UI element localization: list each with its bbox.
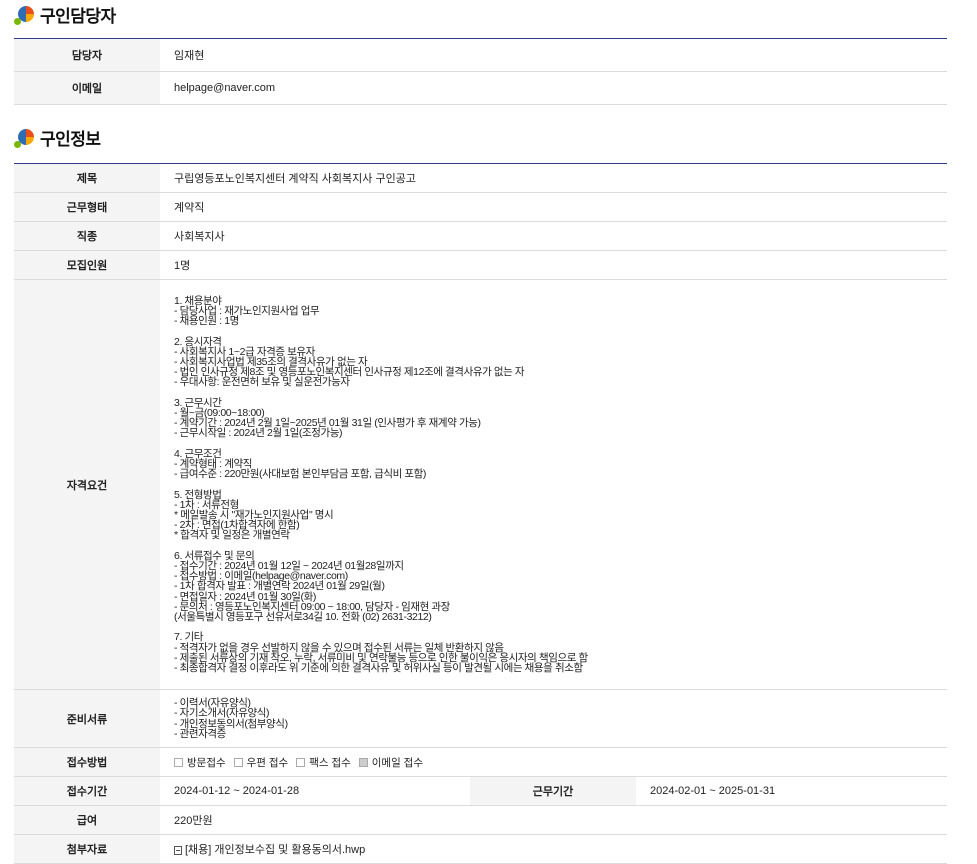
salary-label: 급여: [14, 805, 160, 835]
apply-period-label: 접수기간: [14, 776, 160, 806]
job-row-method: 접수방법 방문접수 우편 접수 팩스 접수 이메일 접수: [14, 747, 947, 777]
occupation-label: 직종: [14, 221, 160, 251]
section-bullet-icon: [14, 127, 36, 149]
email-checkbox[interactable]: [358, 757, 368, 767]
section-bullet-icon: [14, 4, 36, 26]
manager-label: 담당자: [14, 38, 160, 72]
work-period-label: 근무기간: [470, 776, 636, 806]
occupation-value: 사회복지사: [160, 221, 947, 251]
job-row-attachment: 첨부자료 [채용] 개인정보수집 및 활용동의서.hwp: [14, 834, 947, 864]
docs-text: - 이력서(자유양식) - 자기소개서(자유양식) - 개인정보동의서(첨부양식…: [174, 697, 288, 740]
docs-label: 준비서류: [14, 689, 160, 748]
job-row-qualifications: 자격요건 1. 채용분야 - 담당사업 : 재가노인지원사업 업무 - 채용인원…: [14, 279, 947, 690]
job-section-title: 구인정보: [40, 130, 101, 149]
contact-row-email: 이메일 helpage@naver.com: [14, 71, 947, 105]
job-row-salary: 급여 220만원: [14, 805, 947, 835]
email-option-label: 이메일 접수: [371, 756, 423, 769]
job-section-header: 구인정보: [14, 125, 101, 150]
job-row-docs: 준비서류 - 이력서(자유양식) - 자기소개서(자유양식) - 개인정보동의서…: [14, 689, 947, 748]
contact-section-header: 구인담당자: [14, 2, 116, 27]
job-row-periods: 접수기간 2024-01-12 ~ 2024-01-28 근무기간 2024-0…: [14, 776, 947, 806]
qualifications-label: 자격요건: [14, 279, 160, 690]
job-row-subject: 제목 구립영등포노인복지센터 계약직 사회복지사 구인공고: [14, 163, 947, 193]
fax-checkbox[interactable]: [296, 757, 306, 767]
contact-table: 담당자 임재현 이메일 helpage@naver.com: [14, 38, 947, 105]
mail-option-label: 우편 접수: [246, 756, 289, 769]
docs-cell: - 이력서(자유양식) - 자기소개서(자유양식) - 개인정보동의서(첨부양식…: [160, 689, 947, 748]
work-type-value: 계약직: [160, 192, 947, 222]
work-period-value: 2024-02-01 ~ 2025-01-31: [636, 776, 947, 806]
job-row-occupation: 직종 사회복지사: [14, 221, 947, 251]
mail-checkbox[interactable]: [233, 757, 243, 767]
method-cell: 방문접수 우편 접수 팩스 접수 이메일 접수: [160, 747, 947, 777]
job-row-type: 근무형태 계약직: [14, 192, 947, 222]
apply-period-value: 2024-01-12 ~ 2024-01-28: [160, 776, 470, 806]
email-value: helpage@naver.com: [160, 71, 947, 105]
qualifications-cell: 1. 채용분야 - 담당사업 : 재가노인지원사업 업무 - 채용인원 : 1명…: [160, 279, 947, 690]
visit-option-label: 방문접수: [187, 756, 226, 769]
subject-value: 구립영등포노인복지센터 계약직 사회복지사 구인공고: [160, 163, 947, 193]
attachment-cell: [채용] 개인정보수집 및 활용동의서.hwp: [160, 834, 947, 864]
qualifications-text: 1. 채용분야 - 담당사업 : 재가노인지원사업 업무 - 채용인원 : 1명…: [174, 294, 588, 675]
attachment-link[interactable]: [채용] 개인정보수집 및 활용동의서.hwp: [185, 844, 365, 856]
file-icon: [174, 845, 182, 855]
visit-checkbox[interactable]: [174, 757, 183, 767]
contact-section-title: 구인담당자: [40, 7, 116, 26]
contact-row-manager: 담당자 임재현: [14, 38, 947, 72]
manager-value: 임재현: [160, 38, 947, 72]
subject-label: 제목: [14, 163, 160, 193]
method-label: 접수방법: [14, 747, 160, 777]
salary-value: 220만원: [160, 805, 947, 835]
job-table: 제목 구립영등포노인복지센터 계약직 사회복지사 구인공고 근무형태 계약직 직…: [14, 163, 947, 864]
email-label: 이메일: [14, 71, 160, 105]
headcount-value: 1명: [160, 250, 947, 280]
method-options: 방문접수 우편 접수 팩스 접수 이메일 접수: [160, 755, 947, 770]
fax-option-label: 팩스 접수: [309, 756, 351, 769]
job-row-headcount: 모집인원 1명: [14, 250, 947, 280]
attachment-label: 첨부자료: [14, 834, 160, 864]
work-type-label: 근무형태: [14, 192, 160, 222]
headcount-label: 모집인원: [14, 250, 160, 280]
